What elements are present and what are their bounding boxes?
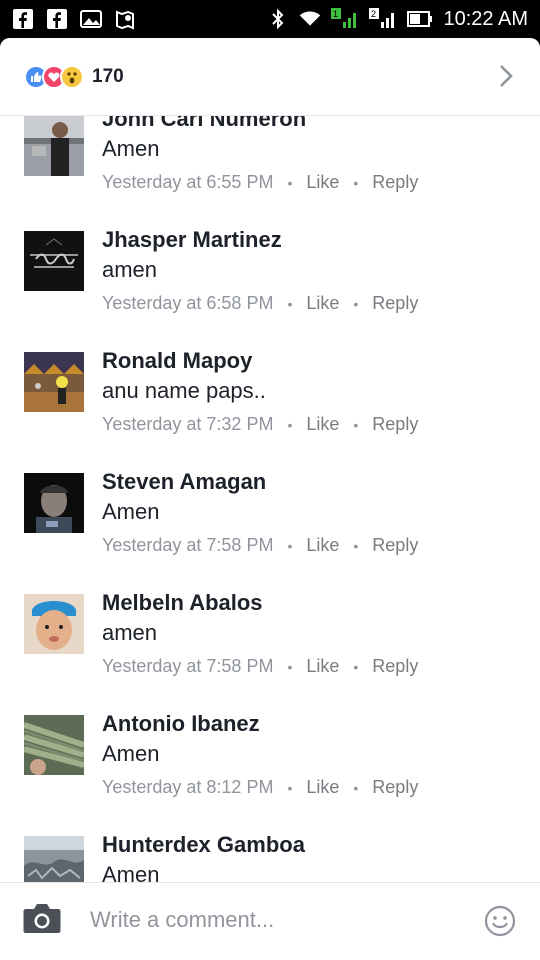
comment-author[interactable]: John Carl Numeron [102, 116, 306, 132]
comment-author[interactable]: Ronald Mapoy [102, 348, 252, 374]
comment-author[interactable]: Steven Amagan [102, 469, 266, 495]
bluetooth-icon [267, 8, 289, 30]
separator-dot: • [287, 658, 293, 675]
comment-time: Yesterday at 6:55 PM [102, 172, 274, 192]
comment-meta: Yesterday at 7:58 PM • Like • Reply [102, 535, 418, 556]
reply-link[interactable]: Reply [372, 656, 418, 677]
status-bar: 1 2 10:22 AM [0, 0, 540, 38]
separator-dot: • [287, 416, 293, 433]
avatar[interactable] [24, 836, 84, 882]
status-time: 10:22 AM [443, 7, 528, 30]
avatar[interactable] [24, 473, 84, 533]
reply-link[interactable]: Reply [372, 172, 418, 193]
reply-link[interactable]: Reply [372, 293, 418, 314]
comment-item: Antonio Ibanez Amen Yesterday at 8:12 PM… [0, 711, 540, 832]
separator-dot: • [287, 779, 293, 796]
reactions-bar[interactable]: 170 [0, 38, 540, 116]
comment-meta: Yesterday at 6:55 PM • Like • Reply [102, 172, 418, 193]
camera-icon[interactable] [22, 901, 62, 940]
svg-text:2: 2 [371, 9, 376, 19]
comment-meta: Yesterday at 7:58 PM • Like • Reply [102, 656, 418, 677]
reaction-icons [24, 64, 84, 89]
separator-dot: • [353, 174, 359, 191]
comment-composer [0, 882, 540, 960]
comment-author[interactable]: Melbeln Abalos [102, 590, 263, 616]
facebook-icon [46, 8, 68, 30]
separator-dot: • [287, 174, 293, 191]
wow-reaction-icon [60, 64, 84, 89]
comment-meta: Yesterday at 7:32 PM • Like • Reply [102, 414, 418, 435]
comment-list: John Carl Numeron Amen Yesterday at 6:55… [0, 116, 540, 882]
location-icon [114, 8, 136, 30]
reply-link[interactable]: Reply [372, 535, 418, 556]
like-link[interactable]: Like [306, 414, 339, 435]
comment-item: Steven Amagan Amen Yesterday at 7:58 PM … [0, 469, 540, 590]
comment-text: Amen [102, 136, 160, 161]
like-link[interactable]: Like [306, 535, 339, 556]
comment-text: anu name paps.. [102, 378, 266, 403]
comment-text: Amen [102, 862, 160, 882]
comment-item: Melbeln Abalos amen Yesterday at 7:58 PM… [0, 590, 540, 711]
signal-icon: 2 [369, 8, 397, 30]
wifi-icon [299, 8, 321, 30]
comment-text: Amen [102, 741, 160, 766]
comment-text: amen [102, 257, 158, 282]
avatar[interactable] [24, 715, 84, 775]
separator-dot: • [353, 416, 359, 433]
separator-dot: • [287, 295, 293, 312]
comment-text: Amen [102, 499, 160, 524]
separator-dot: • [353, 295, 359, 312]
comment-time: Yesterday at 7:58 PM [102, 656, 274, 676]
facebook-icon [12, 8, 34, 30]
chevron-right-icon[interactable] [498, 64, 514, 93]
separator-dot: • [353, 537, 359, 554]
like-link[interactable]: Like [306, 656, 339, 677]
battery-icon [407, 8, 433, 30]
comment-time: Yesterday at 7:32 PM [102, 414, 274, 434]
separator-dot: • [353, 779, 359, 796]
avatar[interactable] [24, 594, 84, 654]
comment-time: Yesterday at 8:12 PM [102, 777, 274, 797]
svg-text:1: 1 [333, 9, 338, 19]
like-link[interactable]: Like [306, 777, 339, 798]
comment-time: Yesterday at 6:58 PM [102, 293, 274, 313]
reply-link[interactable]: Reply [372, 414, 418, 435]
comment-time: Yesterday at 7:58 PM [102, 535, 274, 555]
comment-meta: Yesterday at 8:12 PM • Like • Reply [102, 777, 418, 798]
avatar[interactable] [24, 352, 84, 412]
comment-meta: Yesterday at 6:58 PM • Like • Reply [102, 293, 418, 314]
comment-author[interactable]: Jhasper Martinez [102, 227, 282, 253]
comments-sheet: 170 John Carl Numeron Amen Yesterday at … [0, 38, 540, 960]
separator-dot: • [353, 658, 359, 675]
comment-item: Jhasper Martinez amen Yesterday at 6:58 … [0, 227, 540, 348]
comment-author[interactable]: Hunterdex Gamboa [102, 832, 305, 858]
avatar[interactable] [24, 116, 84, 176]
emoji-icon[interactable] [484, 905, 516, 942]
reply-link[interactable]: Reply [372, 777, 418, 798]
comment-input[interactable] [90, 907, 460, 933]
like-link[interactable]: Like [306, 293, 339, 314]
comment-item: Hunterdex Gamboa Amen [0, 832, 540, 882]
like-link[interactable]: Like [306, 172, 339, 193]
comment-item: Ronald Mapoy anu name paps.. Yesterday a… [0, 348, 540, 469]
comment-item: John Carl Numeron Amen Yesterday at 6:55… [0, 116, 540, 227]
comment-text: amen [102, 620, 158, 645]
comment-author[interactable]: Antonio Ibanez [102, 711, 260, 737]
reaction-count: 170 [92, 65, 124, 87]
gallery-icon [80, 8, 102, 30]
separator-dot: • [287, 537, 293, 554]
signal-icon: 1 [331, 8, 359, 30]
avatar[interactable] [24, 231, 84, 291]
